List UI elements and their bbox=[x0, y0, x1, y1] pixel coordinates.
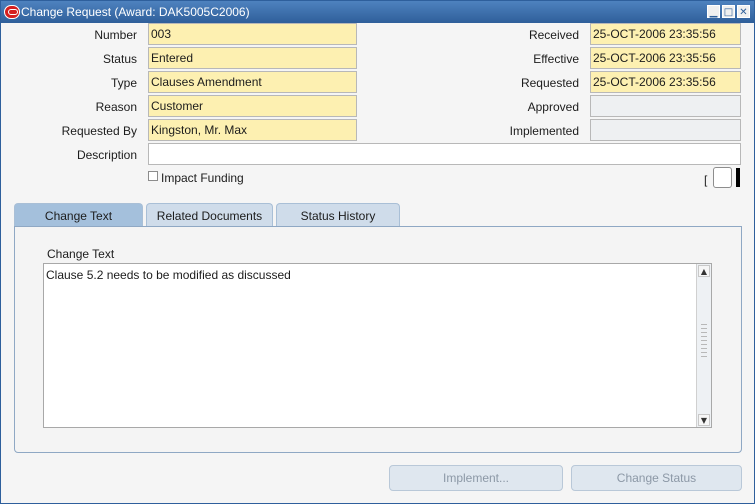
oracle-app-icon bbox=[4, 5, 20, 19]
impact-funding-checkbox[interactable] bbox=[148, 171, 158, 181]
scroll-up-arrow-icon[interactable]: ▲ bbox=[698, 265, 710, 277]
change-status-button[interactable]: Change Status bbox=[571, 465, 742, 491]
effective-label: Effective bbox=[533, 52, 579, 66]
flexfield-bracket: [ bbox=[704, 173, 708, 187]
tab-related-documents[interactable]: Related Documents bbox=[146, 203, 273, 227]
window-title: Change Request (Award: DAK5005C2006) bbox=[21, 5, 250, 19]
scroll-grip-icon[interactable] bbox=[701, 324, 707, 360]
status-label: Status bbox=[102, 52, 137, 66]
tab-change-text[interactable]: Change Text bbox=[14, 203, 143, 227]
vertical-scrollbar[interactable]: ▲ ▼ bbox=[696, 264, 711, 427]
change-text-area[interactable]: Clause 5.2 needs to be modified as discu… bbox=[43, 263, 712, 428]
change-text-value: Clause 5.2 needs to be modified as discu… bbox=[46, 268, 291, 282]
close-button[interactable]: ✕ bbox=[737, 5, 750, 18]
impact-funding-label: Impact Funding bbox=[161, 171, 244, 185]
title-bar[interactable]: Change Request (Award: DAK5005C2006) ▁ □… bbox=[1, 1, 754, 23]
minimize-button[interactable]: ▁ bbox=[707, 5, 720, 18]
type-field[interactable]: Clauses Amendment bbox=[148, 71, 357, 93]
implemented-field[interactable] bbox=[590, 119, 741, 141]
received-label: Received bbox=[528, 28, 579, 42]
type-label: Type bbox=[110, 76, 137, 90]
implement-button[interactable]: Implement... bbox=[389, 465, 563, 491]
requested-field[interactable]: 25-OCT-2006 23:35:56 bbox=[590, 71, 741, 93]
received-field[interactable]: 25-OCT-2006 23:35:56 bbox=[590, 23, 741, 45]
flexfield-box[interactable] bbox=[713, 167, 732, 188]
tab-status-history[interactable]: Status History bbox=[276, 203, 400, 227]
scroll-down-arrow-icon[interactable]: ▼ bbox=[698, 414, 710, 426]
flexfield-bar bbox=[736, 168, 740, 187]
requested-label: Requested bbox=[520, 76, 579, 90]
description-field[interactable] bbox=[148, 143, 741, 165]
status-field[interactable]: Entered bbox=[148, 47, 357, 69]
change-request-window: Change Request (Award: DAK5005C2006) ▁ □… bbox=[0, 0, 755, 504]
implemented-label: Implemented bbox=[509, 124, 579, 138]
maximize-button[interactable]: □ bbox=[722, 5, 735, 18]
number-field[interactable]: 003 bbox=[148, 23, 357, 45]
requested-by-field[interactable]: Kingston, Mr. Max bbox=[148, 119, 357, 141]
approved-label: Approved bbox=[527, 100, 579, 114]
effective-field[interactable]: 25-OCT-2006 23:35:56 bbox=[590, 47, 741, 69]
change-text-label: Change Text bbox=[47, 247, 115, 261]
requested-by-label: Requested By bbox=[61, 124, 137, 138]
reason-label: Reason bbox=[95, 100, 137, 114]
description-label: Description bbox=[76, 148, 137, 162]
approved-field[interactable] bbox=[590, 95, 741, 117]
number-label: Number bbox=[94, 28, 137, 42]
reason-field[interactable]: Customer bbox=[148, 95, 357, 117]
